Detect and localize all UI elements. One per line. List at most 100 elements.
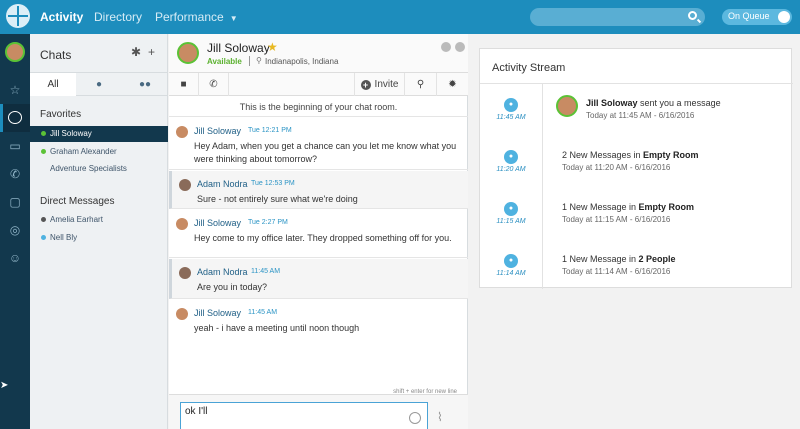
tab-people-icon[interactable]: ●: [76, 73, 122, 96]
plus-icon: +: [360, 80, 371, 90]
chat-item-jill-soloway[interactable]: Jill Soloway: [30, 126, 168, 142]
add-chat-icon[interactable]: +: [148, 45, 155, 59]
inbox-icon[interactable]: ▢: [0, 188, 30, 216]
activity-subtext: Today at 11:14 AM - 6/16/2016: [562, 267, 671, 276]
divider: [480, 83, 793, 84]
message-text: Are you in today?: [197, 282, 268, 292]
message-text: Sure - not entirely sure what we're doin…: [197, 194, 358, 204]
favorites-star-icon[interactable]: ☆: [0, 76, 30, 104]
video-icon[interactable]: ▭: [0, 132, 30, 160]
back-arrow-icon[interactable]: [441, 42, 451, 52]
phone-call-icon[interactable]: ✆: [199, 73, 229, 96]
message-input[interactable]: ok I'll: [180, 402, 428, 429]
message-item: Adam Nodra Tue 12:53 PM Sure - not entir…: [169, 171, 468, 209]
on-queue-label: On Queue: [728, 11, 770, 21]
chat-item-label: Graham Alexander: [50, 147, 117, 156]
app-logo[interactable]: [6, 4, 30, 28]
status-dot: [41, 235, 46, 240]
message-author[interactable]: Jill Soloway: [194, 218, 241, 228]
nav-activity[interactable]: Activity: [40, 0, 83, 34]
contact-status: Available: [207, 57, 242, 66]
left-icon-rail: ☆ ○ ▭ ✆ ▢ ◎ ☺: [0, 34, 30, 429]
message-author[interactable]: Jill Soloway: [194, 308, 241, 318]
activity-text: 1 New Message in Empty Room: [562, 202, 695, 212]
activity-subtext: Today at 11:15 AM - 6/16/2016: [562, 215, 671, 224]
user-status-icon[interactable]: ☺: [0, 244, 30, 272]
activity-time: 11:14 AM: [496, 270, 526, 277]
chat-item-amelia-earhart[interactable]: Amelia Earhart: [30, 212, 168, 228]
nav-performance-label: Performance: [155, 10, 224, 24]
emoji-icon[interactable]: [409, 412, 421, 424]
group-chat-icon: ●: [504, 202, 518, 216]
message-item: Jill Soloway Tue 12:21 PM Hey Adam, when…: [169, 118, 468, 170]
contact-location: Indianapolis, Indiana: [265, 57, 339, 66]
status-dot: [41, 131, 46, 136]
message-time: Tue 2:27 PM: [248, 219, 288, 226]
message-text: Hey come to my office later. They droppe…: [194, 233, 452, 243]
phone-icon[interactable]: ✆: [0, 160, 30, 188]
conversation-toolbar: ■ ✆ + Invite ⚲ ✹: [169, 72, 468, 96]
group-chat-icon: ●: [504, 254, 518, 268]
chat-item-label: Adventure Specialists: [50, 164, 127, 173]
conversation-panel: Jill Soloway ★ Available ⚲ Indianapolis,…: [169, 34, 468, 429]
chat-filter-tabs: All ● ●●: [30, 72, 168, 96]
on-queue-toggle[interactable]: On Queue: [722, 9, 792, 25]
mouse-cursor-icon: ➤: [0, 380, 9, 391]
activity-item[interactable]: ● 11:14 AM 1 New Message in 2 People Tod…: [480, 245, 793, 297]
activity-time: 11:20 AM: [496, 166, 526, 173]
search-icon[interactable]: ⚲: [404, 73, 436, 96]
chat-item-graham-alexander[interactable]: Graham Alexander: [30, 144, 168, 160]
message-author[interactable]: Adam Nodra: [197, 267, 248, 277]
chat-item-label: Amelia Earhart: [50, 215, 103, 224]
message-author[interactable]: Jill Soloway: [194, 126, 241, 136]
activity-text: 2 New Messages in Empty Room: [562, 150, 699, 160]
activity-item[interactable]: ● 11:20 AM 2 New Messages in Empty Room …: [480, 141, 793, 193]
activity-stream-title: Activity Stream: [492, 62, 566, 74]
nav-directory[interactable]: Directory: [94, 0, 142, 34]
chevron-down-icon: ▼: [229, 14, 238, 23]
message-item: Jill Soloway 11:45 AM yeah - i have a me…: [169, 300, 468, 338]
message-author[interactable]: Adam Nodra: [197, 179, 248, 189]
avatar: [179, 179, 191, 191]
chat-beginning-notice: This is the beginning of your chat room.: [169, 97, 468, 117]
message-time: Tue 12:21 PM: [248, 127, 292, 134]
chat-item-label: Jill Soloway: [50, 129, 92, 138]
settings-gear-icon[interactable]: ✱: [131, 45, 141, 59]
divider: [249, 56, 250, 66]
tab-groups-icon[interactable]: ●●: [122, 73, 168, 96]
chats-title: Chats: [40, 48, 72, 62]
chat-item-label: Nell Bly: [50, 233, 78, 242]
search-icon[interactable]: [688, 11, 697, 20]
tab-all[interactable]: All: [30, 73, 76, 96]
status-dot: [41, 149, 46, 154]
chat-bubble-icon: ●: [504, 98, 518, 112]
activity-time: 11:45 AM: [496, 114, 526, 121]
video-call-icon[interactable]: ■: [169, 73, 199, 96]
top-bar: Activity Directory Performance ▼ On Queue: [0, 0, 800, 34]
search-input[interactable]: [530, 8, 705, 26]
activity-item[interactable]: ● 11:45 AM Jill Soloway sent you a messa…: [480, 89, 793, 141]
avatar: [176, 126, 188, 138]
group-chat-icon: ●: [504, 150, 518, 164]
chat-item-nell-bly[interactable]: Nell Bly: [30, 230, 168, 246]
invite-button[interactable]: + Invite: [354, 73, 404, 96]
attachment-icon[interactable]: ⌇: [437, 410, 443, 424]
target-icon[interactable]: ◎: [0, 216, 30, 244]
settings-gear-icon[interactable]: ✹: [436, 73, 468, 96]
activity-text: 1 New Message in 2 People: [562, 254, 676, 264]
close-icon[interactable]: [455, 42, 465, 52]
avatar: [176, 308, 188, 320]
conversation-header: Jill Soloway ★ Available ⚲ Indianapolis,…: [169, 34, 468, 72]
nav-performance[interactable]: Performance ▼: [155, 0, 238, 34]
chat-bubble-icon[interactable]: ○: [0, 104, 30, 132]
message-item: Adam Nodra 11:45 AM Are you in today?: [169, 259, 468, 299]
chat-item-adventure-specialists[interactable]: Adventure Specialists: [30, 161, 168, 177]
contact-avatar[interactable]: [177, 42, 199, 64]
direct-messages-heading: Direct Messages: [40, 196, 115, 207]
message-time: Tue 12:53 PM: [251, 180, 295, 187]
my-avatar[interactable]: [5, 42, 25, 62]
activity-item[interactable]: ● 11:15 AM 1 New Message in Empty Room T…: [480, 193, 793, 245]
toggle-knob: [778, 11, 790, 23]
activity-time: 11:15 AM: [496, 218, 526, 225]
favorite-star-icon[interactable]: ★: [267, 40, 278, 54]
